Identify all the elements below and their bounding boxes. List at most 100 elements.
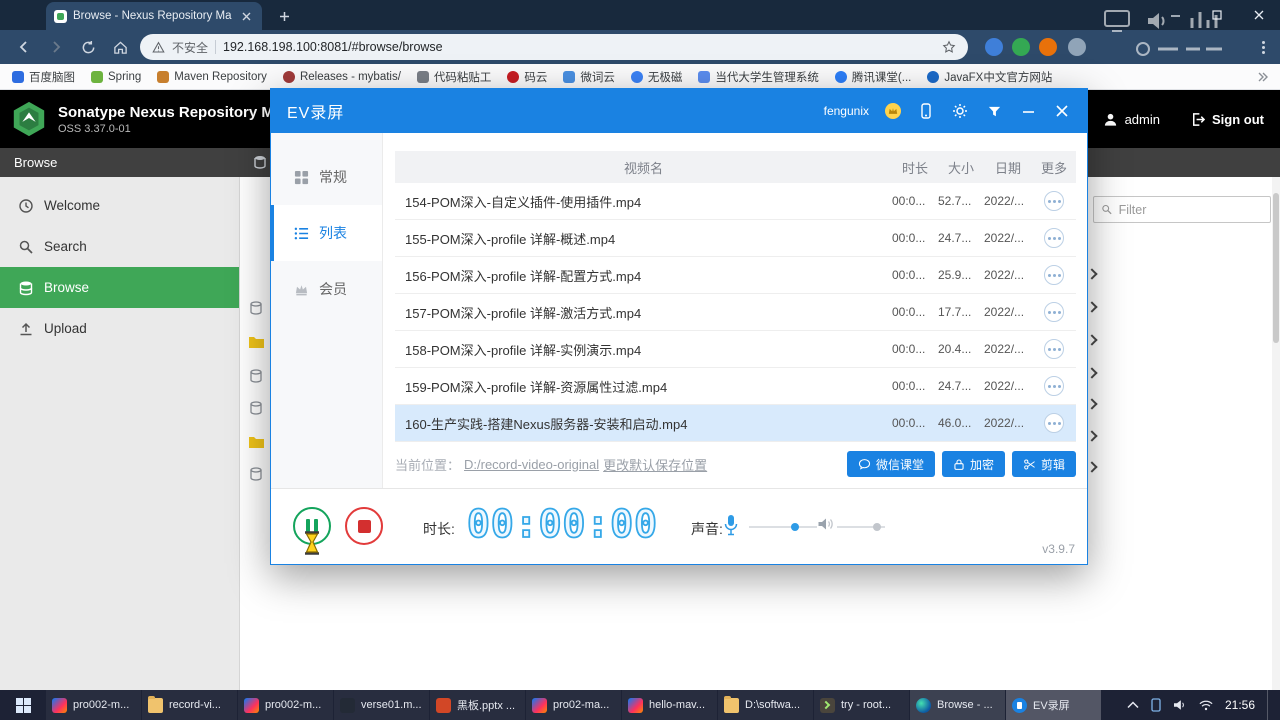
profile-avatar[interactable] [1068,38,1086,56]
speaker-volume-knob[interactable] [873,523,881,531]
scrollbar-thumb[interactable] [1273,193,1279,343]
address-bar[interactable]: 不安全 192.168.198.100:8081/#browse/browse [140,34,968,60]
bookmark-item[interactable]: Maven Repository [157,70,267,83]
row-more-button[interactable] [1044,376,1064,396]
tree-expand-icon[interactable] [1086,430,1098,442]
bookmark-item[interactable]: 百度脑图 [12,69,75,85]
location-path-link[interactable]: D:/record-video-original [464,457,599,472]
browser-menu-icon[interactable] [1254,38,1272,56]
maximize-icon[interactable] [1196,0,1238,30]
wechat-class-button[interactable]: 微信课堂 [846,451,935,477]
tree-expand-icon[interactable] [1086,334,1098,346]
extension-icon[interactable] [1039,38,1057,56]
row-more-button[interactable] [1044,228,1064,248]
bookmark-item[interactable]: 无极磁 [630,69,682,85]
row-more-button[interactable] [1044,191,1064,211]
tray-network-icon[interactable] [1199,700,1213,711]
video-row[interactable]: 155-POM深入-profile 详解-概述.mp4 00:0... 24.7… [395,220,1076,257]
bookmark-item[interactable]: Releases - mybatis/ [282,70,401,83]
change-location-link[interactable]: 更改默认保存位置 [603,455,707,474]
tree-expand-icon[interactable] [1086,301,1098,313]
taskbar-item[interactable]: 黑板.pptx ... [430,690,525,720]
microphone-icon[interactable] [723,514,739,541]
taskbar-item[interactable]: hello-mav... [622,690,717,720]
new-tab-button[interactable] [274,6,294,26]
extension-icon[interactable] [1012,38,1030,56]
taskbar-item-browser[interactable]: Browse - ... [910,690,1005,720]
filter-funnel-icon[interactable] [985,102,1003,120]
bookmarks-overflow-icon[interactable] [1256,71,1268,83]
sidebar-item-browse[interactable]: Browse [0,267,239,308]
tree-expand-icon[interactable] [1086,268,1098,280]
sidebar-item-search[interactable]: Search [0,226,239,267]
sidebar-item-welcome[interactable]: Welcome [0,185,239,226]
taskbar-item[interactable]: record-vi... [142,690,237,720]
user-menu[interactable]: admin [1103,112,1160,127]
refresh-icon[interactable] [74,33,102,61]
show-desktop-button[interactable] [1267,690,1272,720]
mic-volume-knob[interactable] [791,523,799,531]
tray-expand-icon[interactable] [1127,701,1139,709]
taskbar-item-ev[interactable]: EV录屏 [1006,690,1101,720]
taskbar-item[interactable]: try - root... [814,690,909,720]
bookmark-item[interactable]: 代码粘贴工 [416,69,491,85]
taskbar-item[interactable]: pro02-ma... [526,690,621,720]
bookmark-item[interactable]: 当代大学生管理系统 [698,69,819,85]
row-more-button[interactable] [1044,339,1064,359]
speaker-icon[interactable] [817,516,835,537]
taskbar-item[interactable]: verse01.m... [334,690,429,720]
video-row[interactable]: 156-POM深入-profile 详解-配置方式.mp4 00:0... 25… [395,257,1076,294]
scrollbar[interactable] [1272,177,1280,690]
stop-button[interactable] [345,507,383,545]
back-icon[interactable] [10,33,38,61]
filter-input[interactable] [1118,202,1263,217]
bookmark-item[interactable]: JavaFX中文官方网站 [927,69,1052,85]
account-name[interactable]: fengunix [824,104,869,118]
bookmark-item[interactable]: 腾讯课堂(... [834,69,911,85]
browser-tab[interactable]: Browse - Nexus Repository Man [46,2,262,30]
forward-icon[interactable] [42,33,70,61]
bookmark-item[interactable]: 微词云 [563,69,615,85]
row-more-button[interactable] [1044,413,1064,433]
nav-item-member[interactable]: 会员 [271,261,382,317]
ev-close-icon[interactable] [1053,102,1071,120]
video-row[interactable]: 154-POM深入-自定义插件-使用插件.mp4 00:0... 52.7...… [395,183,1076,220]
sign-out-button[interactable]: Sign out [1190,112,1264,127]
extension-icon[interactable] [985,38,1003,56]
row-more-button[interactable] [1044,265,1064,285]
sidebar-item-upload[interactable]: Upload [0,308,239,349]
settings-gear-icon[interactable] [951,102,969,120]
mic-volume-slider[interactable] [749,523,817,531]
minimize-icon[interactable] [1154,0,1196,30]
video-row[interactable]: 157-POM深入-profile 详解-激活方式.mp4 00:0... 17… [395,294,1076,331]
clock[interactable]: 21:56 [1225,698,1255,712]
video-row-selected[interactable]: 160-生产实践-搭建Nexus服务器-安装和启动.mp4 00:0... 46… [395,405,1076,442]
tray-volume-icon[interactable] [1173,699,1187,711]
mobile-connect-icon[interactable] [917,102,935,120]
clip-button[interactable]: 剪辑 [1011,451,1076,477]
video-row[interactable]: 158-POM深入-profile 详解-实例演示.mp4 00:0... 20… [395,331,1076,368]
close-icon[interactable] [1238,0,1280,30]
tree-expand-icon[interactable] [1086,367,1098,379]
ev-minimize-icon[interactable] [1019,102,1037,120]
taskbar-item[interactable]: D:\softwa... [718,690,813,720]
pause-button[interactable] [293,507,331,545]
tab-close-icon[interactable] [238,8,254,24]
nav-item-general[interactable]: 常规 [271,149,382,205]
video-row[interactable]: 159-POM深入-profile 详解-资源属性过滤.mp4 00:0... … [395,368,1076,405]
encrypt-button[interactable]: 加密 [941,451,1005,477]
row-more-button[interactable] [1044,302,1064,322]
tree-expand-icon[interactable] [1086,461,1098,473]
vip-badge-icon[interactable] [885,103,901,119]
bookmark-item[interactable]: Spring [91,70,141,83]
taskbar-item[interactable]: pro002-m... [46,690,141,720]
taskbar-item[interactable]: pro002-m... [238,690,333,720]
tree-expand-icon[interactable] [1086,398,1098,410]
bookmark-item[interactable]: 码云 [507,69,547,85]
bookmark-star-icon[interactable] [942,40,956,54]
nav-item-list[interactable]: 列表 [271,205,382,261]
start-button[interactable] [0,690,46,720]
home-icon[interactable] [106,33,134,61]
tray-phone-icon[interactable] [1151,698,1161,712]
speaker-volume-slider[interactable] [837,523,885,531]
